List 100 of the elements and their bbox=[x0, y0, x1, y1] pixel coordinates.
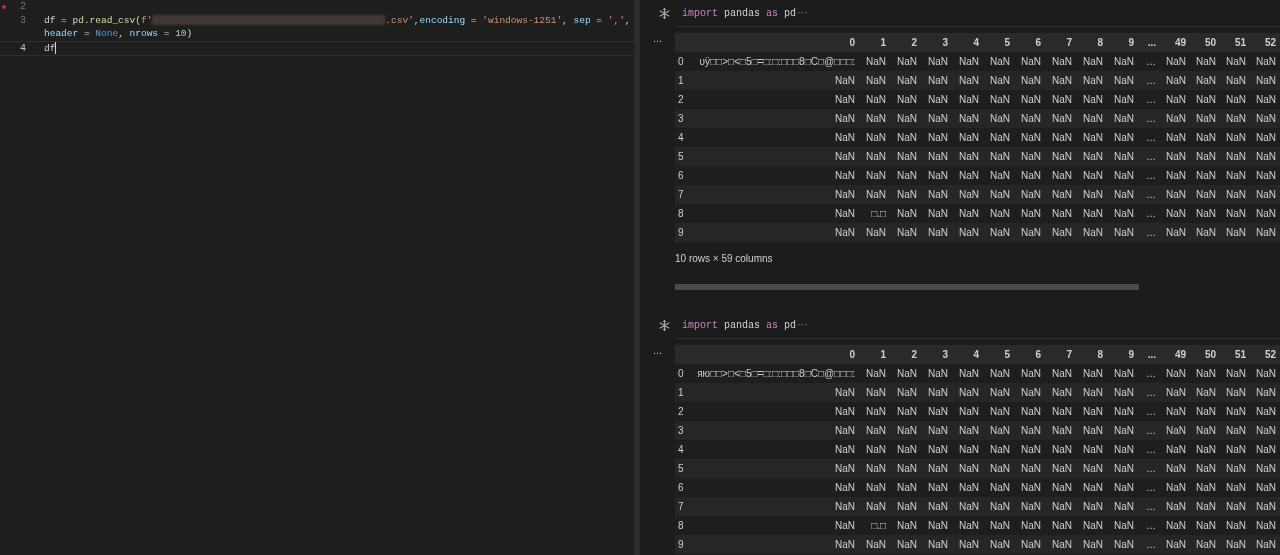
row-index: 6 bbox=[677, 169, 685, 183]
table-cell-text: NaN bbox=[989, 462, 1011, 476]
table-cell-text: NaN bbox=[896, 112, 918, 126]
table-cell-text: NaN bbox=[927, 386, 949, 400]
collapsed-indicator[interactable]: ⋯ bbox=[797, 4, 809, 22]
code-token: 'windows-1251' bbox=[482, 13, 563, 27]
table-cell-text: NaN bbox=[958, 462, 980, 476]
table-cell-text: NaN bbox=[896, 424, 918, 438]
table-cell-text: NaN bbox=[989, 405, 1011, 419]
code-token: as bbox=[766, 7, 779, 19]
column-header: 6 bbox=[1034, 36, 1042, 50]
table-cell-text: NaN bbox=[1020, 150, 1042, 164]
table-cell-text: NaN bbox=[958, 226, 980, 240]
table-cell-text: NaN bbox=[958, 55, 980, 69]
collapsed-indicator[interactable]: ⋯ bbox=[797, 316, 809, 334]
column-header: 7 bbox=[1065, 348, 1073, 362]
table-cell-text: NaN bbox=[1051, 74, 1073, 88]
table-cell-text: NaN bbox=[958, 405, 980, 419]
table-cell-text: NaN bbox=[989, 424, 1011, 438]
table-cell-text: NaN bbox=[834, 169, 856, 183]
table-cell-text: NaN bbox=[1255, 481, 1277, 495]
table-cell-text: … bbox=[1145, 188, 1157, 202]
table-cell-text: NaN bbox=[958, 74, 980, 88]
snowflake-icon[interactable] bbox=[659, 7, 670, 19]
table-cell-text: NaN bbox=[1082, 538, 1104, 552]
table-cell-text: NaN bbox=[1225, 386, 1247, 400]
table-cell-text: NaN bbox=[1020, 538, 1042, 552]
table-cell-text: NaN bbox=[865, 74, 887, 88]
table-cell-text: NaN bbox=[927, 367, 949, 381]
table-cell-text: NaN bbox=[1255, 150, 1277, 164]
table-cell-text: NaN bbox=[989, 443, 1011, 457]
code-token: 10 bbox=[175, 27, 187, 41]
table-cell-text: NaN bbox=[1082, 443, 1104, 457]
column-header: 4 bbox=[972, 348, 980, 362]
table-cell-text: NaN bbox=[1051, 405, 1073, 419]
table-cell-text: NaN bbox=[1255, 93, 1277, 107]
snowflake-icon[interactable] bbox=[659, 319, 670, 331]
table-cell-text: NaN bbox=[1113, 207, 1135, 221]
table-cell-text: NaN bbox=[1165, 131, 1187, 145]
table-cell-text: … bbox=[1145, 405, 1157, 419]
table-cell-text: NaN bbox=[1113, 405, 1135, 419]
column-header: 5 bbox=[1003, 348, 1011, 362]
table-cell-text: NaN bbox=[989, 500, 1011, 514]
table-cell-text: NaN bbox=[1255, 226, 1277, 240]
code-token: None bbox=[95, 27, 119, 41]
error-marker[interactable] bbox=[2, 4, 6, 9]
table-cell-text: NaN bbox=[1255, 519, 1277, 533]
table-cell-text: NaN bbox=[1165, 207, 1187, 221]
table-cell-text: NaN bbox=[896, 131, 918, 145]
table-cell-text: NaN bbox=[1051, 462, 1073, 476]
table-cell-text: NaN bbox=[1255, 55, 1277, 69]
table-cell-text: … bbox=[1145, 462, 1157, 476]
table-cell-text: NaN bbox=[958, 481, 980, 495]
table-cell-text: … bbox=[1145, 150, 1157, 164]
table-cell-text: NaN bbox=[834, 74, 856, 88]
row-index: 3 bbox=[677, 112, 685, 126]
table-cell-text: NaN bbox=[1051, 226, 1073, 240]
table-cell-text: NaN bbox=[1113, 386, 1135, 400]
table-cell-text: NaN bbox=[958, 424, 980, 438]
table-cell-text: NaN bbox=[896, 55, 918, 69]
table-cell-text: NaN bbox=[927, 462, 949, 476]
column-header: 52 bbox=[1263, 348, 1277, 362]
table-cell-text: NaN bbox=[834, 538, 856, 552]
table-cell-text: NaN bbox=[1113, 188, 1135, 202]
table-cell-text: NaN bbox=[1082, 188, 1104, 202]
table-cell-text: NaN bbox=[865, 112, 887, 126]
column-header: 49 bbox=[1173, 36, 1187, 50]
row-index: 4 bbox=[677, 443, 685, 457]
row-index: 2 bbox=[677, 405, 685, 419]
output-menu[interactable]: ... bbox=[640, 343, 675, 554]
table-cell-text: □.□ bbox=[870, 207, 887, 221]
table-cell-text: NaN bbox=[989, 74, 1011, 88]
table-cell-text: … bbox=[1145, 93, 1157, 107]
table-cell-text: NaN bbox=[1165, 169, 1187, 183]
table-cell-text: NaN bbox=[1051, 93, 1073, 107]
table-cell-text: NaN bbox=[958, 188, 980, 202]
table-cell-text: NaN bbox=[1165, 424, 1187, 438]
row-index: 5 bbox=[677, 150, 685, 164]
table-cell-text: NaN bbox=[1020, 112, 1042, 126]
line-number: 4 bbox=[19, 41, 26, 55]
table-cell-text: NaN bbox=[1195, 424, 1217, 438]
table-cell-text: … bbox=[1145, 424, 1157, 438]
table-cell-text: NaN bbox=[1020, 405, 1042, 419]
table-cell-text: NaN bbox=[927, 226, 949, 240]
table-cell-text: NaN bbox=[1195, 481, 1217, 495]
column-header: 8 bbox=[1096, 36, 1104, 50]
table-cell-text: NaN bbox=[958, 519, 980, 533]
table-cell-text: … bbox=[1145, 226, 1157, 240]
column-header: 9 bbox=[1127, 36, 1135, 50]
table-cell-text: NaN bbox=[989, 131, 1011, 145]
column-header: 8 bbox=[1096, 348, 1104, 362]
table-cell-text: NaN bbox=[896, 538, 918, 552]
table-cell-text: NaN bbox=[1082, 519, 1104, 533]
horizontal-scrollbar[interactable] bbox=[675, 284, 1139, 290]
column-header: ... bbox=[1146, 36, 1157, 50]
table-cell-text: NaN bbox=[1255, 207, 1277, 221]
table-cell-text: NaN bbox=[1113, 226, 1135, 240]
output-menu[interactable]: ... bbox=[640, 31, 675, 312]
table-cell-text: NaN bbox=[834, 519, 856, 533]
table-cell-text: NaN bbox=[989, 207, 1011, 221]
